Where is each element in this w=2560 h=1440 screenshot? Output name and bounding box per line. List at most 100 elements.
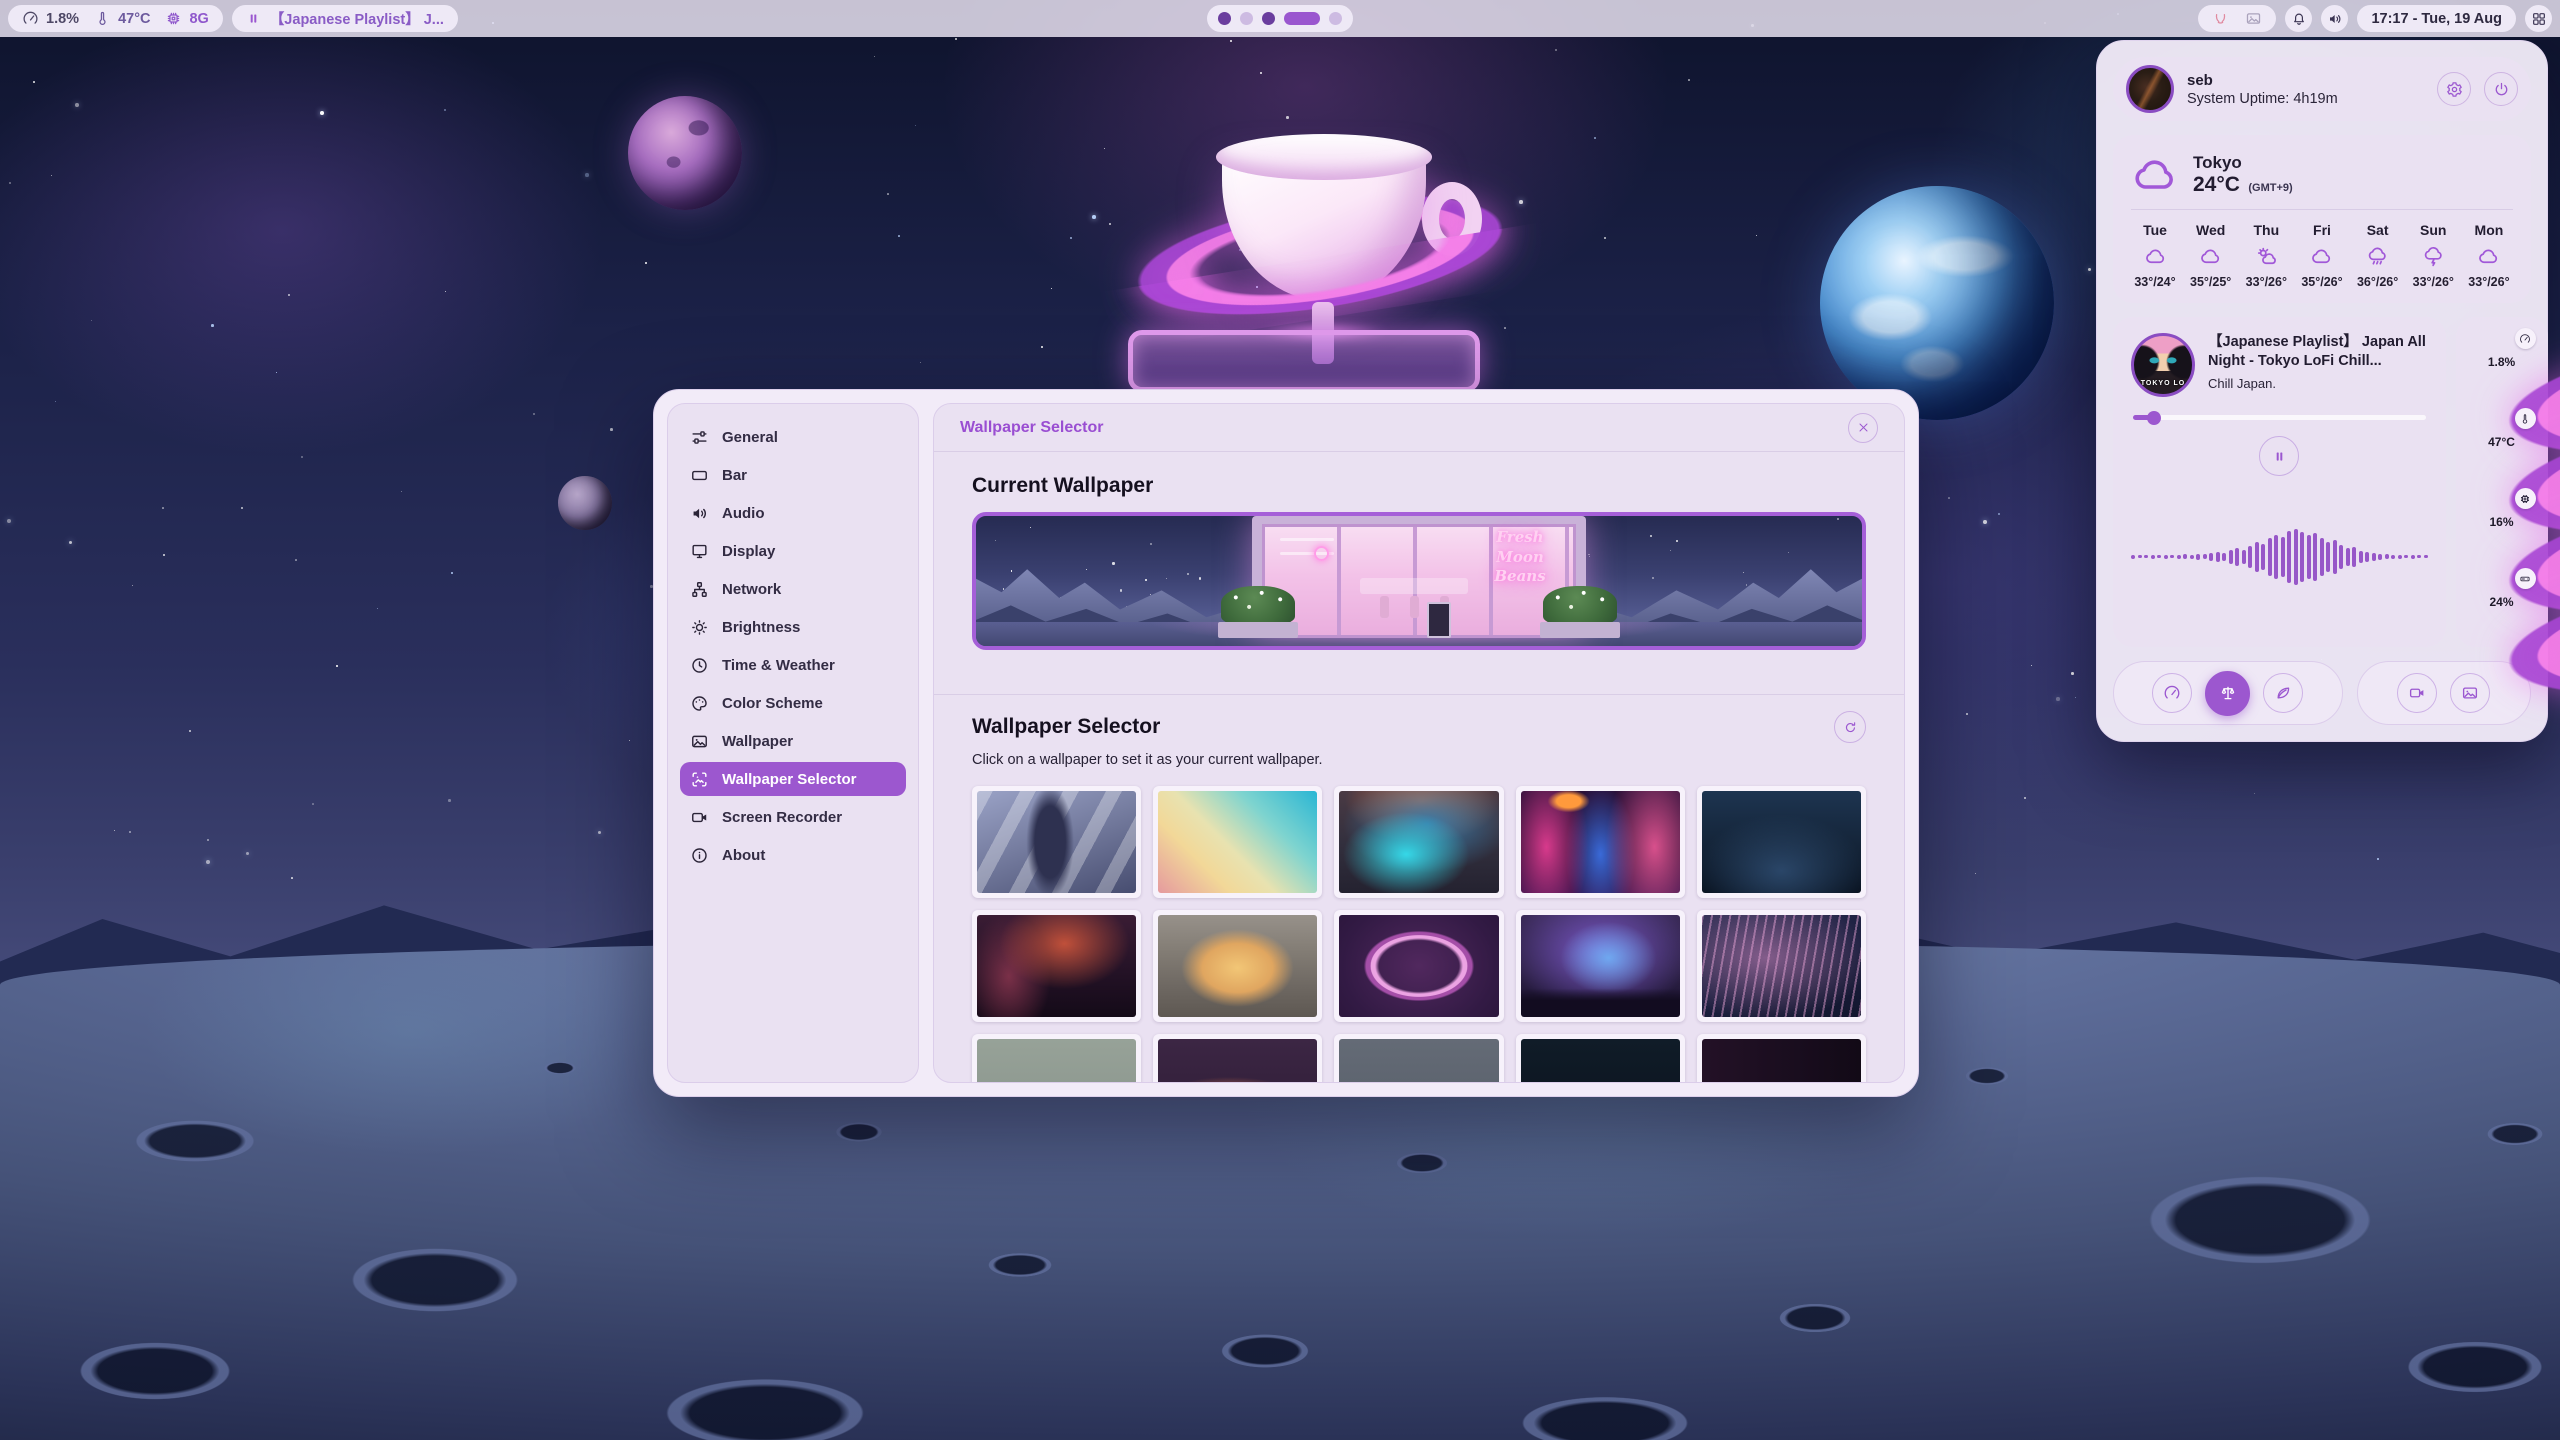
media-pill[interactable]: 【Japanese Playlist】 J... <box>232 5 458 32</box>
wallpaper-thumbnail-aurora-blur[interactable] <box>1334 786 1503 898</box>
performance-button[interactable] <box>2152 673 2192 713</box>
media-pill-label: 【Japanese Playlist】 J... <box>270 8 444 29</box>
sidebar-item-wallpaper[interactable]: Wallpaper <box>680 724 906 758</box>
progress-knob[interactable] <box>2147 411 2161 425</box>
weather-cloud-icon <box>2477 245 2500 268</box>
wallpaper-thumbnail-violet-ring[interactable] <box>1334 910 1503 1022</box>
gauge-badge <box>2515 568 2536 589</box>
system-stats-pill[interactable]: 1.8% 47°C 8G <box>8 5 223 32</box>
visualizer-bar <box>2391 555 2395 559</box>
wallpaper-thumbnail-wireframe-waves[interactable] <box>1697 910 1866 1022</box>
section-divider <box>934 694 1904 695</box>
tray-app-icon[interactable] <box>2212 10 2229 27</box>
moon-crater <box>60 1335 250 1407</box>
tray-screenshot-icon[interactable] <box>2245 10 2262 27</box>
play-pause-button[interactable] <box>2259 436 2299 476</box>
overview-button[interactable] <box>2525 5 2552 32</box>
visualizer-bar <box>2183 554 2187 559</box>
gauge-speedometer: 1.8% <box>2471 331 2533 393</box>
album-art-text: TOKYO LO <box>2134 380 2192 387</box>
wallpaper-thumbnail-lofi-coffee-shop[interactable] <box>1153 910 1322 1022</box>
workspaces-pill[interactable] <box>1207 5 1353 32</box>
wallpaper-thumbnail-autumn-night[interactable] <box>1153 1034 1322 1082</box>
grid-icon <box>2531 11 2547 27</box>
system-uptime: System Uptime: 4h19m <box>2187 91 2338 107</box>
sidebar-item-time-weather[interactable]: Time & Weather <box>680 648 906 682</box>
sidebar-item-color-scheme[interactable]: Color Scheme <box>680 686 906 720</box>
visualizer-bar <box>2255 542 2259 572</box>
balanced-button[interactable] <box>2205 671 2250 716</box>
wallpaper-thumbnail-anime-crosswalk[interactable] <box>972 786 1141 898</box>
tune-icon <box>690 428 709 447</box>
sidebar-item-label: Brightness <box>722 619 800 636</box>
sidebar-item-brightness[interactable]: Brightness <box>680 610 906 644</box>
wallpaper-image <box>1702 1039 1861 1082</box>
notifications-button[interactable] <box>2285 5 2312 32</box>
visualizer-bar <box>2222 553 2226 561</box>
wallpaper-image <box>1702 915 1861 1017</box>
wallpaper-image <box>1158 791 1317 893</box>
gear-icon <box>2446 81 2463 98</box>
wallpaper-thumbnail-neon-arcade[interactable] <box>1516 786 1685 898</box>
sidebar-item-general[interactable]: General <box>680 420 906 454</box>
wallpaper-image <box>1158 1039 1317 1082</box>
bar-stat-thermometer: 47°C <box>94 10 150 27</box>
user-name: seb <box>2187 72 2338 89</box>
sidebar-item-wallpaper-selector[interactable]: Wallpaper Selector <box>680 762 906 796</box>
sidebar-item-label: General <box>722 429 778 446</box>
sidebar-item-display[interactable]: Display <box>680 534 906 568</box>
visualizer-bar <box>2411 555 2415 559</box>
close-button[interactable] <box>1848 413 1878 443</box>
wallpaper-image <box>1158 915 1317 1017</box>
visualizer-bar <box>2307 535 2311 579</box>
power-profile-group <box>2113 661 2343 725</box>
current-wallpaper-heading: Current Wallpaper <box>972 474 1866 498</box>
sidebar-item-about[interactable]: About <box>680 838 906 872</box>
wallpaper-thumbnail-sage-ridge[interactable] <box>972 1034 1141 1082</box>
media-progress-slider[interactable] <box>2133 415 2426 420</box>
bar-stat-chip: 8G <box>165 10 208 27</box>
gauge-badge <box>2515 488 2536 509</box>
visualizer-bar <box>2144 555 2148 558</box>
wallpaper-thumbnail-midnight-blue[interactable] <box>1516 1034 1685 1082</box>
current-wallpaper-preview: Fresh Moon Beans <box>972 512 1866 650</box>
power-button[interactable] <box>2484 72 2518 106</box>
wallpaper-thumbnail-slate-grey[interactable] <box>1334 1034 1503 1082</box>
workspace-dot-3[interactable] <box>1262 12 1275 25</box>
settings-sidebar: General Bar Audio Display Network Brightness T… <box>667 403 919 1083</box>
sidebar-item-bar[interactable]: Bar <box>680 458 906 492</box>
dashboard-panel: seb System Uptime: 4h19m Tokyo 24°C (GMT… <box>2096 40 2548 742</box>
album-art: TOKYO LO <box>2131 333 2195 397</box>
forecast-day-wed: Wed35°/25° <box>2187 222 2235 289</box>
sidebar-item-label: Bar <box>722 467 747 484</box>
gauge-badge <box>2515 408 2536 429</box>
visualizer-bar <box>2138 555 2142 558</box>
moon-crater <box>640 1370 890 1440</box>
sidebar-item-screen-recorder[interactable]: Screen Recorder <box>680 800 906 834</box>
wallpaper-thumbnail-dark-forest-castle[interactable] <box>1697 786 1866 898</box>
wallpaper-image <box>977 791 1136 893</box>
wallpaper-thumbnail-dark-violet[interactable] <box>1697 1034 1866 1082</box>
refresh-button[interactable] <box>1834 711 1866 743</box>
workspace-dot-2[interactable] <box>1240 12 1253 25</box>
bar-stat-speedometer: 1.8% <box>22 10 79 27</box>
sidebar-item-audio[interactable]: Audio <box>680 496 906 530</box>
system-tray[interactable] <box>2198 5 2276 32</box>
settings-button[interactable] <box>2437 72 2471 106</box>
gauge-chip: 16% <box>2471 491 2533 553</box>
moon-crater <box>1500 1390 1710 1440</box>
power-saver-button[interactable] <box>2263 673 2303 713</box>
workspace-dot-4[interactable] <box>1284 12 1320 25</box>
volume-button[interactable] <box>2321 5 2348 32</box>
cafe-shelf <box>1280 538 1334 541</box>
clock[interactable]: 17:17 - Tue, 19 Aug <box>2357 5 2516 32</box>
workspace-dot-5[interactable] <box>1329 12 1342 25</box>
screen-record-button[interactable] <box>2397 673 2437 713</box>
wallpaper-thumbnail-crimson-forest[interactable] <box>972 910 1141 1022</box>
wallpaper-thumbnail-pastel-gradient[interactable] <box>1153 786 1322 898</box>
wallpaper-image <box>1339 915 1498 1017</box>
workspace-dot-1[interactable] <box>1218 12 1231 25</box>
sidebar-item-network[interactable]: Network <box>680 572 906 606</box>
dashboard-buttons-row <box>2113 661 2531 725</box>
wallpaper-thumbnail-nebula-forest[interactable] <box>1516 910 1685 1022</box>
